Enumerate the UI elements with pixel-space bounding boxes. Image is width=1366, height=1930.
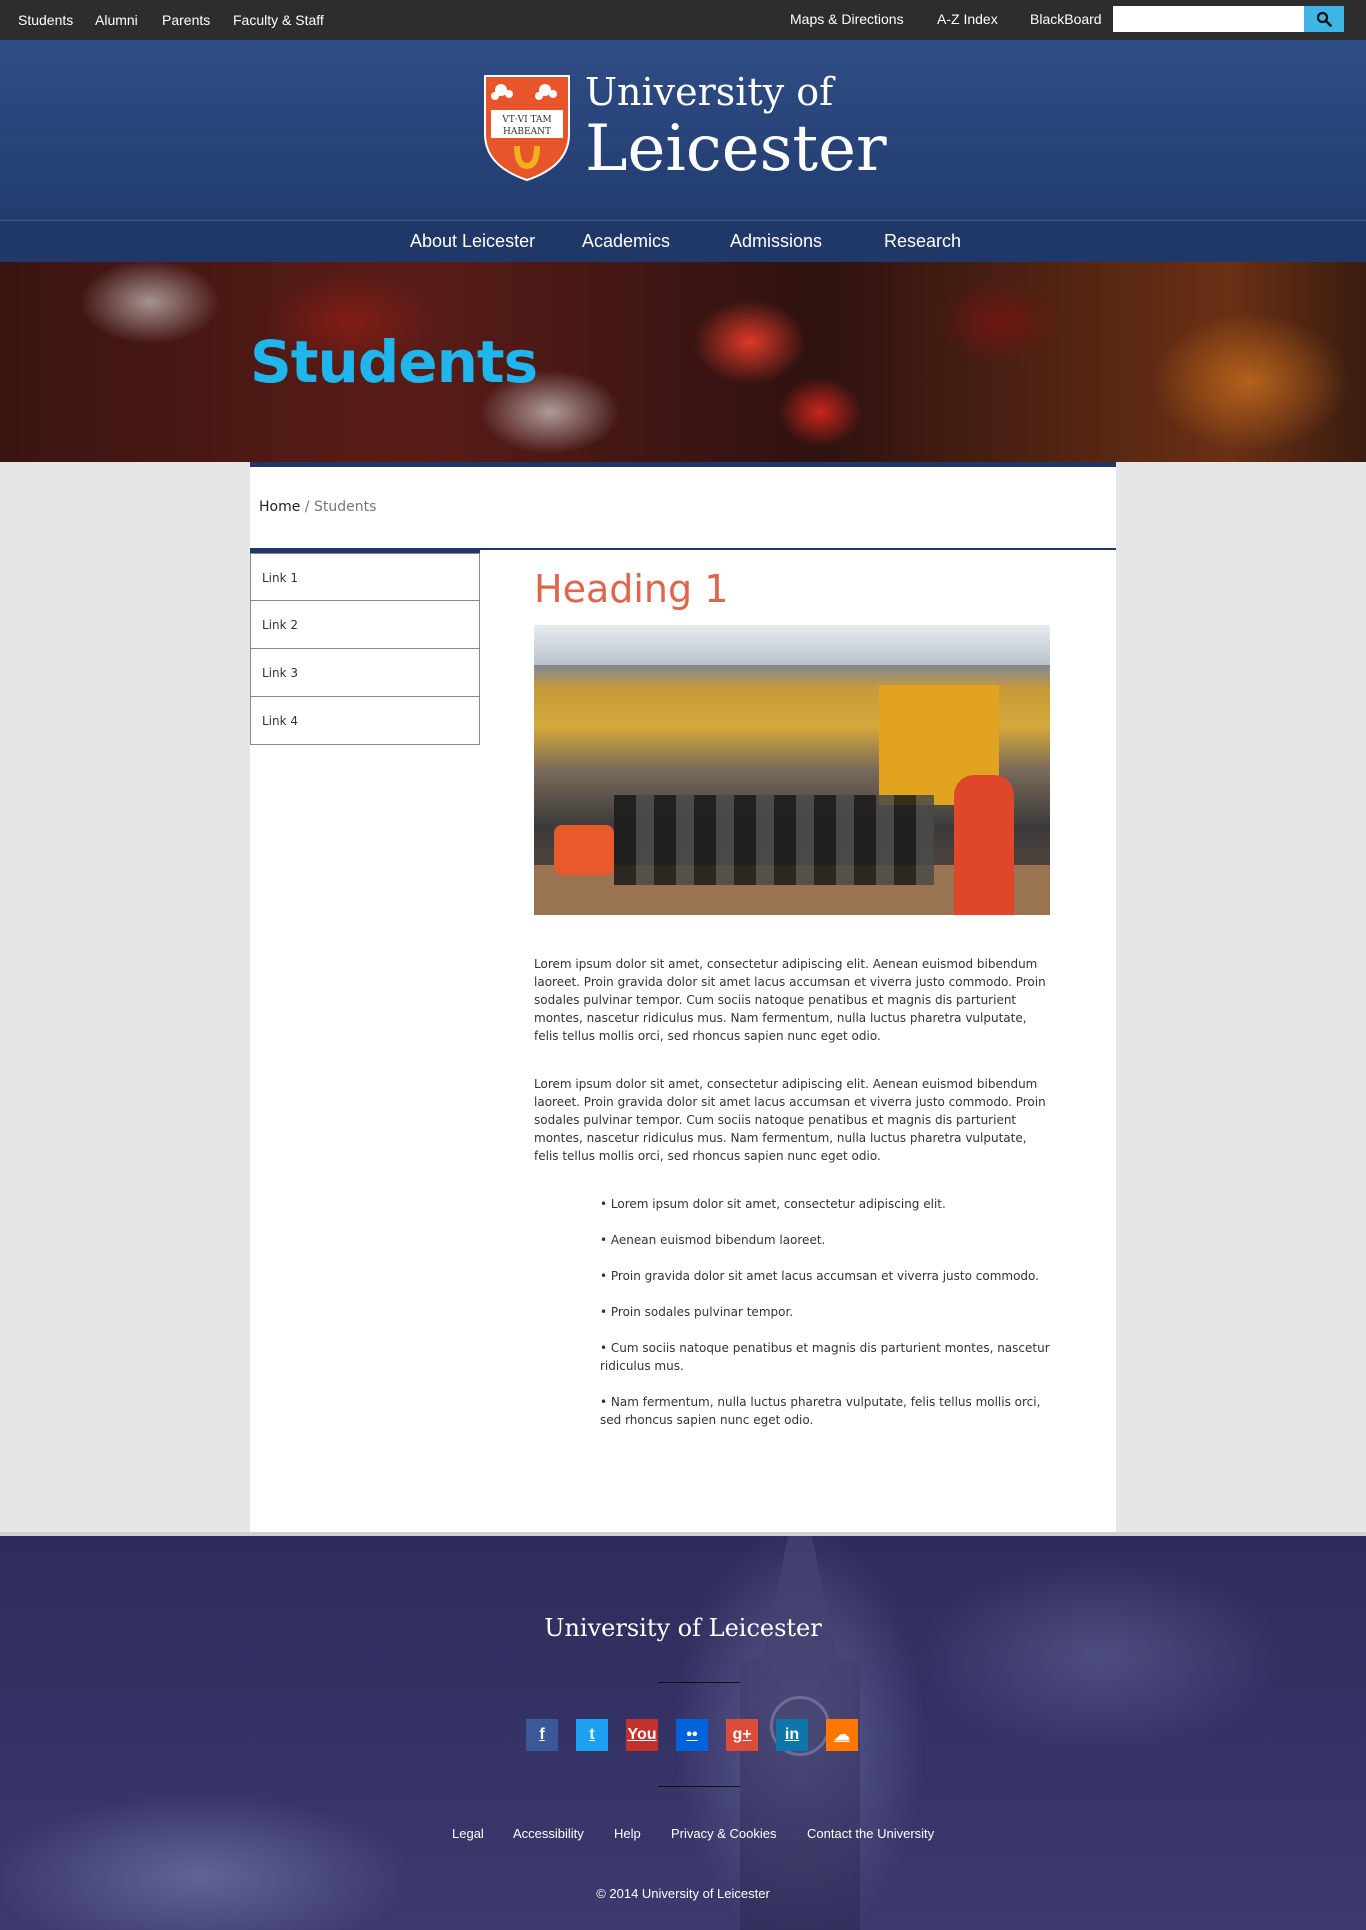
utility-bar: Students Alumni Parents Faculty & Staff … [0,0,1366,40]
side-nav-link-1[interactable]: Link 1 [250,553,480,601]
photo-balcony [534,625,1050,665]
copyright: © 2014 University of Leicester [596,1886,770,1901]
nav-about-leicester[interactable]: About Leicester [410,231,535,252]
article: Heading 1 Lorem ipsum dolor sit amet, co… [534,567,1054,1447]
search-button[interactable] [1304,6,1344,32]
side-nav: Link 1 Link 2 Link 3 Link 4 [250,548,480,745]
search-icon [1316,11,1332,27]
utility-link-students[interactable]: Students [18,12,73,28]
footer-link-help[interactable]: Help [614,1826,641,1841]
article-heading: Heading 1 [534,567,729,611]
search-input[interactable] [1113,6,1305,32]
utility-link-alumni[interactable]: Alumni [95,12,138,28]
list-item: • Proin sodales pulvinar tempor. [600,1305,794,1319]
linkedin-icon[interactable]: in [776,1719,808,1751]
logo-text-university[interactable]: University of [585,70,833,114]
photo-tables [614,795,934,885]
article-bullet-list: • Lorem ipsum dolor sit amet, consectetu… [600,1195,1054,1429]
list-item: • Nam fermentum, nulla luctus pharetra v… [600,1395,1041,1427]
side-nav-link-3[interactable]: Link 3 [250,649,480,697]
side-nav-link-2[interactable]: Link 2 [250,601,480,649]
footer-link-accessibility[interactable]: Accessibility [513,1826,584,1841]
site-footer: University of Leicester f t You •• g+ in ☁ Leg… [0,1532,1366,1930]
nav-admissions[interactable]: Admissions [730,231,822,252]
page-title: Students [250,328,538,396]
student-cafe-photo [534,625,1050,915]
google-plus-icon[interactable]: g+ [726,1719,758,1751]
university-crest-icon[interactable]: VT·VI TAM HABEANT [483,74,571,182]
footer-rule [658,1682,740,1683]
site-header: VT·VI TAM HABEANT University of Leiceste… [0,40,1366,220]
footer-link-legal[interactable]: Legal [452,1826,484,1841]
footer-link-contact[interactable]: Contact the University [807,1826,934,1841]
youtube-icon[interactable]: You [626,1719,658,1751]
nav-research[interactable]: Research [884,231,961,252]
breadcrumb-current: Students [313,499,377,515]
logo-text-leicester[interactable]: Leicester [585,112,887,186]
nav-academics[interactable]: Academics [582,231,670,252]
crest-motto-line2: HABEANT [503,127,551,137]
list-item: • Proin gravida dolor sit amet lacus acc… [600,1269,1039,1283]
photo-person [954,775,1014,915]
article-paragraph: Lorem ipsum dolor sit amet, consectetur … [534,1077,1046,1163]
hero-banner: Students [0,262,1366,462]
list-item: • Lorem ipsum dolor sit amet, consectetu… [600,1197,946,1211]
crest-motto-line1: VT·VI TAM [501,115,552,125]
article-paragraph: Lorem ipsum dolor sit amet, consectetur … [534,957,1046,1043]
utility-link-parents[interactable]: Parents [162,12,210,28]
soundcloud-icon[interactable]: ☁ [826,1719,858,1751]
breadcrumb-home[interactable]: Home [259,499,300,515]
content-panel: Home / Students Link 1 Link 2 Link 3 Lin… [250,462,1116,1532]
breadcrumb-separator: / [300,499,314,515]
footer-logo[interactable]: University of Leicester [0,1614,1366,1642]
footer-rule [658,1786,740,1787]
footer-link-privacy-cookies[interactable]: Privacy & Cookies [671,1826,776,1841]
breadcrumb: Home / Students [259,499,376,515]
flickr-icon[interactable]: •• [676,1719,708,1751]
list-item: • Aenean euismod bibendum laoreet. [600,1233,826,1247]
utility-link-blackboard[interactable]: BlackBoard [1030,11,1102,27]
list-item: • Cum sociis natoque penatibus et magnis… [600,1341,1050,1373]
main-nav: About Leicester Academics Admissions Res… [0,220,1366,262]
utility-link-faculty-staff[interactable]: Faculty & Staff [233,12,324,28]
utility-link-az-index[interactable]: A-Z Index [937,11,998,27]
twitter-icon[interactable]: t [576,1719,608,1751]
facebook-icon[interactable]: f [526,1719,558,1751]
side-nav-link-4[interactable]: Link 4 [250,697,480,745]
utility-link-maps[interactable]: Maps & Directions [790,11,904,27]
photo-chair [554,825,614,875]
